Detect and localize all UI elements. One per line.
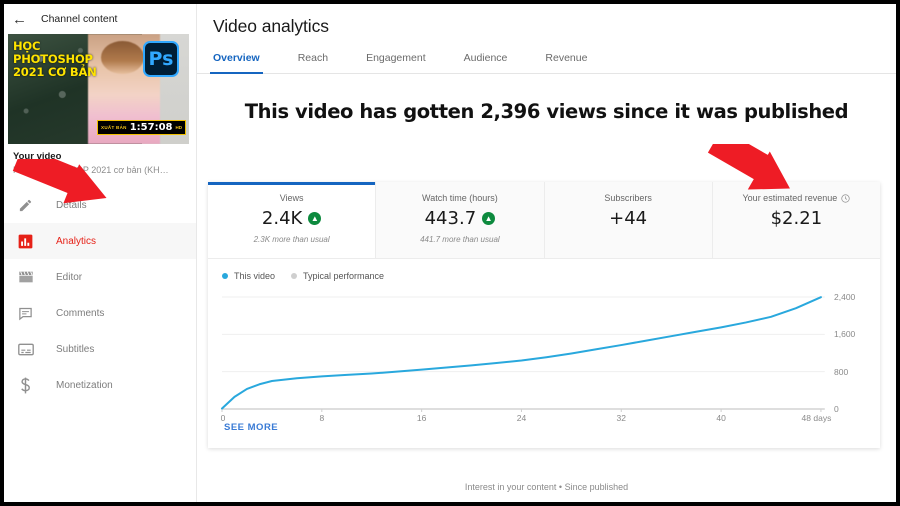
- x-axis-label: 24: [516, 413, 527, 423]
- metric-card-watch-time-hours[interactable]: Watch time (hours) 443.7 ▲ 441.7 more than …: [376, 182, 545, 258]
- metric-label-text: Views: [279, 193, 304, 203]
- metric-value-row: +44: [609, 208, 647, 229]
- metric-subtitle: 2.3K more than usual: [253, 235, 330, 244]
- x-axis-label: 8: [319, 413, 325, 423]
- x-axis-label: 48 days: [801, 413, 832, 423]
- y-axis-label: 0: [834, 404, 839, 414]
- metric-label-text: Your estimated revenue: [742, 193, 838, 203]
- tab-reach[interactable]: Reach: [298, 52, 328, 73]
- thumbnail-title-line3: 2021 CƠ BẢN: [13, 65, 97, 79]
- chart-svg: [222, 297, 866, 409]
- headline-text: This video has gotten 2,396 views since …: [244, 100, 849, 123]
- duration-badge: XUẤT BẢN 1:57:08 HD: [97, 120, 186, 135]
- metric-card-views[interactable]: Views 2.4K ▲ 2.3K more than usual: [208, 182, 377, 258]
- back-arrow-icon[interactable]: ←: [12, 12, 27, 27]
- metric-value-row: 443.7 ▲: [425, 208, 496, 229]
- sidebar-item-label: Monetization: [56, 379, 113, 391]
- photoshop-logo-icon: Ps: [143, 41, 179, 77]
- y-axis-label: 2,400: [834, 292, 856, 302]
- film-clapper-icon: [17, 269, 34, 286]
- tab-label: Audience: [463, 52, 508, 64]
- legend-dot-icon: [291, 273, 298, 279]
- metric-value: +44: [609, 208, 648, 229]
- legend-item-typical-performance[interactable]: Typical performance: [291, 271, 384, 281]
- sidebar-nav: Details Analytics Editor Comments Subtitles M…: [4, 187, 196, 403]
- sidebar-item-label: Comments: [56, 307, 105, 319]
- channel-content-label: Channel content: [41, 13, 118, 25]
- duration-prefix: XUẤT BẢN: [101, 125, 127, 130]
- metric-value-row: $2.21: [771, 208, 823, 229]
- sidebar-item-label: Subtitles: [56, 343, 95, 355]
- metric-label: Watch time (hours): [422, 193, 498, 203]
- bar-chart-icon: [17, 233, 34, 250]
- metric-label-text: Subscribers: [604, 193, 652, 203]
- metric-subtitle: 441.7 more than usual: [420, 235, 500, 244]
- metric-label-text: Watch time (hours): [422, 193, 498, 203]
- legend-item-this-video[interactable]: This video: [222, 271, 275, 281]
- clock-icon[interactable]: [841, 193, 850, 203]
- chart-legend: This video Typical performance: [208, 259, 880, 281]
- tab-revenue[interactable]: Revenue: [545, 52, 587, 73]
- page-title: Video analytics: [213, 16, 329, 36]
- sidebar-item-label: Details: [56, 199, 87, 211]
- sidebar-item-monetization[interactable]: Monetization: [4, 367, 196, 403]
- analytics-card: Views 2.4K ▲ 2.3K more than usual Watch time…: [208, 182, 880, 448]
- legend-label: This video: [234, 271, 276, 281]
- tab-label: Engagement: [366, 52, 426, 64]
- metric-value: 443.7: [424, 208, 477, 229]
- x-axis-label: 16: [416, 413, 427, 423]
- y-axis-label: 800: [834, 366, 849, 377]
- tab-overview[interactable]: Overview: [210, 52, 263, 74]
- metric-value-row: 2.4K ▲: [261, 208, 322, 229]
- sidebar-item-comments[interactable]: Comments: [4, 295, 196, 331]
- your-video-label: Your video: [13, 151, 62, 162]
- chart-section: This video Typical performance 0 800 1,600 2…: [208, 259, 880, 447]
- duration-suffix: HD: [175, 125, 183, 130]
- tab-label: Revenue: [545, 52, 588, 64]
- comment-bubble-icon: [17, 305, 34, 322]
- see-more-link[interactable]: SEE MORE: [224, 422, 278, 433]
- legend-dot-icon: [222, 273, 228, 279]
- tab-label: Reach: [297, 52, 329, 64]
- video-title: Học PHOTOSHOP 2021 cơ bản (KH…: [13, 165, 169, 175]
- dollar-sign-icon: [17, 377, 34, 394]
- analytics-tabs: Overview Reach Engagement Audience Revenue: [197, 52, 896, 74]
- sidebar-item-label: Editor: [56, 271, 83, 283]
- sidebar-item-subtitles[interactable]: Subtitles: [4, 331, 196, 367]
- sidebar-item-analytics[interactable]: Analytics: [4, 223, 196, 259]
- sidebar-item-editor[interactable]: Editor: [4, 259, 196, 295]
- metric-cards-row: Views 2.4K ▲ 2.3K more than usual Watch time…: [208, 182, 880, 259]
- tab-label: Overview: [213, 52, 260, 64]
- metric-card-subscribers[interactable]: Subscribers +44: [544, 182, 713, 258]
- thumbnail-title: HỌC PHOTOSHOP 2021 CƠ BẢN: [13, 40, 97, 79]
- x-axis-label: 32: [616, 413, 626, 423]
- metric-label: Views: [280, 193, 304, 203]
- main-content: Video analytics Overview Reach Engagement A…: [197, 4, 896, 502]
- footer-note: Interest in your content • Since publish…: [464, 482, 629, 492]
- tab-audience[interactable]: Audience: [464, 52, 508, 73]
- video-thumbnail[interactable]: HỌC PHOTOSHOP 2021 CƠ BẢN Ps XUẤT BẢN 1:…: [8, 34, 189, 144]
- views-line-chart: 0 800 1,600 2,400 0 8 16 24 32 40 48 days: [221, 292, 866, 423]
- y-axis-label: 1,600: [834, 329, 856, 340]
- sidebar-item-label: Analytics: [56, 235, 97, 247]
- trend-up-icon: ▲: [482, 212, 496, 225]
- tab-engagement[interactable]: Engagement: [366, 52, 426, 73]
- metric-label: Your estimated revenue: [743, 193, 851, 203]
- sidebar: ← Channel content HỌC PHOTOSHOP 2021 CƠ …: [4, 4, 197, 502]
- metric-card-your-estimated-revenue[interactable]: Your estimated revenue $2.21: [712, 182, 880, 258]
- sidebar-item-details[interactable]: Details: [4, 187, 196, 223]
- subtitles-icon: [17, 341, 34, 358]
- legend-label: Typical performance: [303, 271, 385, 281]
- metric-value: $2.21: [770, 208, 823, 229]
- pencil-icon: [17, 197, 34, 214]
- app-window: ← Channel content HỌC PHOTOSHOP 2021 CƠ …: [4, 4, 896, 502]
- metric-label: Subscribers: [604, 193, 652, 203]
- duration-text: 1:57:08: [129, 122, 173, 133]
- video-meta: Your video Học PHOTOSHOP 2021 cơ bản (KH…: [4, 144, 196, 175]
- x-axis-label: 40: [716, 413, 726, 423]
- trend-up-icon: ▲: [308, 212, 322, 225]
- channel-content-header[interactable]: ← Channel content: [4, 4, 196, 34]
- metric-value: 2.4K: [261, 208, 303, 229]
